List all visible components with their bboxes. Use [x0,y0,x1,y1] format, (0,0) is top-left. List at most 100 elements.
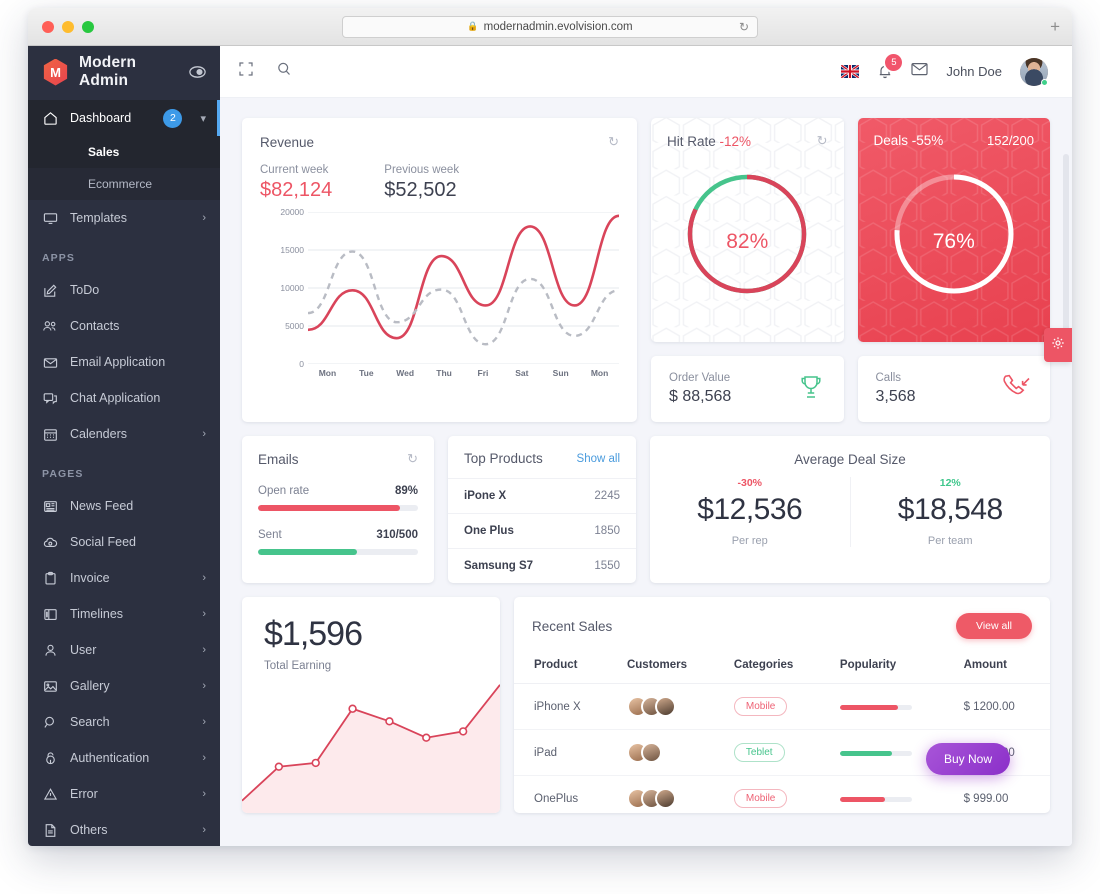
sidebar-item-calenders[interactable]: Calenders › [28,416,220,452]
popularity-track [839,750,912,756]
lock-icon [42,750,58,766]
product-name: Samsung S7 [464,560,534,572]
list-item[interactable]: Samsung S7 1550 [448,548,636,583]
sidebar-item-label: Dashboard [70,111,132,125]
settings-gear-tab[interactable] [1044,328,1072,362]
app-logo: M [42,58,69,86]
list-item[interactable]: iPone X 2245 [448,478,636,513]
table-row[interactable]: OnePlus Mobile $ 999.00 [514,775,1050,813]
chevron-right-icon: › [202,716,206,728]
sidebar: M Modern Admin Dashboard 2 ▾ Sales Ecomm… [28,46,220,846]
fullscreen-icon[interactable] [238,61,254,82]
sidebar-item-invoice[interactable]: Invoice › [28,560,220,596]
status-badge: Teblet [733,743,785,762]
y-tick-label: 15000 [280,245,304,255]
chevron-right-icon: › [202,644,206,656]
sidebar-item-dashboard[interactable]: Dashboard 2 ▾ [28,100,220,136]
recent-sales-table: Product Customers Categories Popularity Amou… [514,653,1050,813]
search-icon [42,714,58,730]
sidebar-item-gallery[interactable]: Gallery › [28,668,220,704]
progress-fill [258,505,401,511]
sidebar-item-timelines[interactable]: Timelines › [28,596,220,632]
hit-rate-card: Hit Rate -12% ↻ 82% [651,118,844,342]
close-window-button[interactable] [42,20,54,33]
avg-deal-rep-sub: Per rep [731,535,768,547]
cell-amount: $ 999.00 [955,775,1050,813]
emails-title: Emails [258,451,299,467]
table-row[interactable]: iPhone X Mobile $ 1200.00 [514,683,1050,730]
maximize-window-button[interactable] [82,20,94,33]
list-item[interactable]: One Plus 1850 [448,513,636,548]
dashboard-row-3: $1,596 Total Earning Recent Sales View a… [242,597,1050,813]
sidebar-item-label: Authentication [70,751,150,765]
sidebar-item-chat-application[interactable]: Chat Application [28,380,220,416]
sidebar-item-user[interactable]: User › [28,632,220,668]
lock-icon: 🔒 [467,21,479,31]
sidebar-subitem-sales[interactable]: Sales [28,136,220,168]
order-value-card: Order Value $ 88,568 [651,356,844,422]
brand-title: Modern Admin [79,54,137,89]
hit-rate-title: Hit Rate -12% [667,134,751,149]
column-header: Popularity [831,653,956,684]
avg-deal-rep-amount: $12,536 [697,493,803,526]
earning-area-fill [242,684,500,813]
average-deal-size-card: Average Deal Size -30% $12,536 Per rep 1… [650,436,1050,583]
eye-icon[interactable] [189,66,206,78]
logo-letter: M [50,64,61,80]
dashboard-row-2: Emails ↻ Open rate 89% Sent 310/500 Top Pro… [242,436,1050,583]
sidebar-brand[interactable]: M Modern Admin [28,46,220,98]
sidebar-item-search[interactable]: Search › [28,704,220,740]
sidebar-item-email-application[interactable]: Email Application [28,344,220,380]
avatar[interactable] [1020,57,1048,86]
sidebar-item-news-feed[interactable]: News Feed [28,488,220,524]
user-name[interactable]: John Doe [946,64,1002,79]
avatar [640,742,662,763]
revenue-plot [308,211,619,365]
sidebar-item-label: Timelines [70,607,124,621]
sidebar-item-authentication[interactable]: Authentication › [28,740,220,776]
main-content: 5 John Doe Revenue ↻ Current week $82,12… [220,46,1072,846]
avatar-group [626,742,718,763]
content-scrollbar[interactable] [1063,154,1069,344]
address-bar[interactable]: 🔒 modernadmin.evolvision.com ↻ [342,15,758,38]
sidebar-item-contacts[interactable]: Contacts [28,308,220,344]
reload-icon[interactable]: ↻ [739,20,749,34]
refresh-icon[interactable]: ↻ [817,133,828,149]
sidebar-item-others[interactable]: Others › [28,812,220,846]
uk-flag-icon[interactable] [841,65,860,78]
top-products-card: Top Products Show all iPone X 2245 One Plu… [448,436,636,583]
gear-icon [1051,336,1065,355]
sidebar-subitem-ecommerce[interactable]: Ecommerce [28,168,220,200]
total-earning-amount: $1,596 [264,615,363,653]
dashboard-scroll-area[interactable]: Revenue ↻ Current week $82,124 Previous … [220,98,1072,846]
order-value-label: Order Value [669,372,731,384]
refresh-icon[interactable]: ↻ [608,134,619,150]
y-tick-label: 10000 [280,283,304,293]
new-tab-button[interactable]: + [1050,18,1060,35]
envelope-icon[interactable] [911,62,928,81]
sidebar-badge-dashboard: 2 [163,108,183,128]
show-all-link[interactable]: Show all [577,453,620,465]
sidebar-item-error[interactable]: Error › [28,776,220,812]
sidebar-item-label: Calenders [70,427,127,441]
current-week-block: Current week $82,124 [260,164,332,202]
window-controls[interactable] [42,20,94,33]
sidebar-item-todo[interactable]: ToDo [28,272,220,308]
sidebar-item-templates[interactable]: Templates › [28,200,220,236]
search-icon[interactable] [276,61,292,82]
sidebar-item-social-feed[interactable]: Social Feed [28,524,220,560]
minimize-window-button[interactable] [62,20,74,33]
recent-sales-title: Recent Sales [532,618,613,634]
top-products-list: iPone X 2245 One Plus 1850 Samsung S7 1550 [448,478,636,583]
avatar [654,696,676,717]
sidebar-item-label: Contacts [70,319,120,333]
bell-icon[interactable]: 5 [877,54,903,80]
refresh-icon[interactable]: ↻ [407,451,418,467]
product-count: 2245 [594,490,620,502]
cell-popularity [831,775,956,813]
avg-deal-team-sub: Per team [927,535,973,547]
buy-now-button[interactable]: Buy Now [925,743,1010,775]
view-all-button[interactable]: View all [956,613,1032,639]
product-count: 1550 [594,560,620,572]
total-earning-label: Total Earning [264,660,332,672]
